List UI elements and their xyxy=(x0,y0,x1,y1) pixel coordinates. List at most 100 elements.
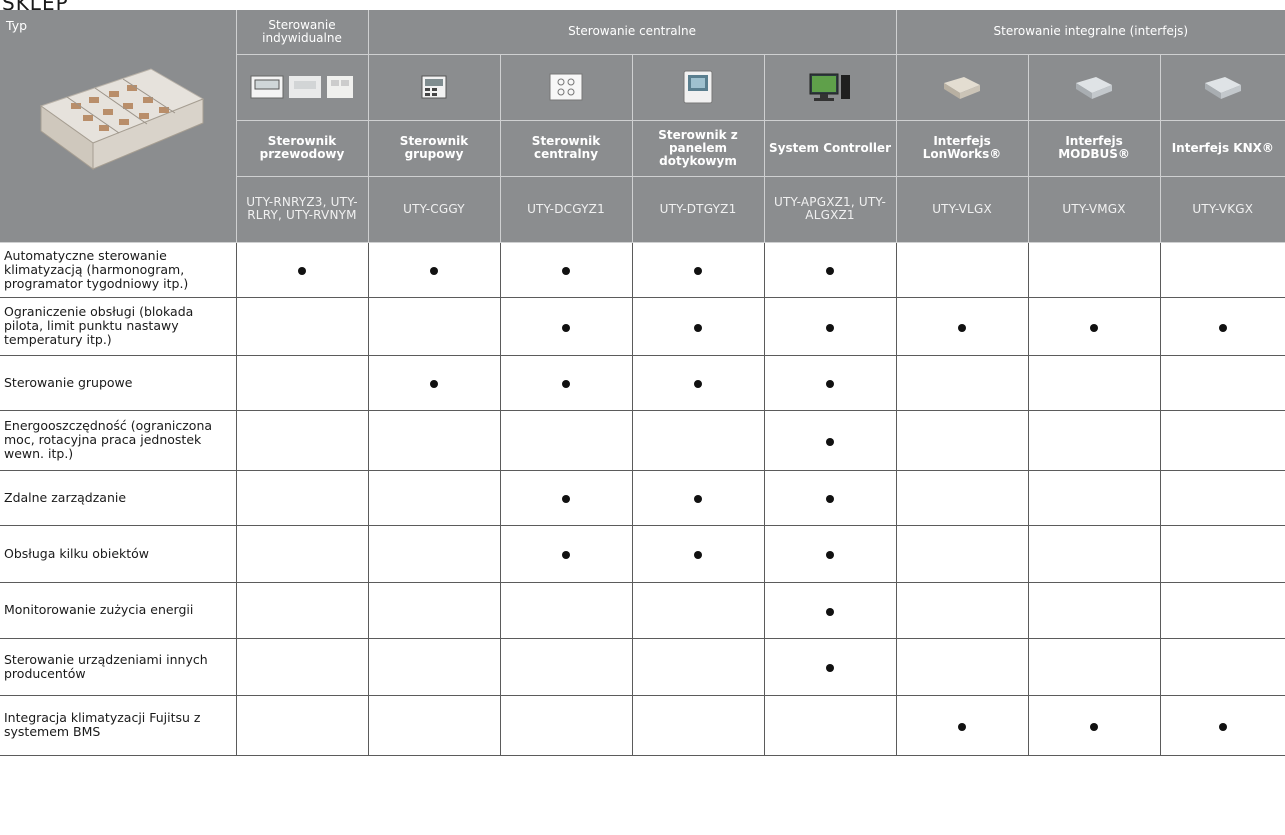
feature-cell xyxy=(1160,638,1285,696)
feature-cell xyxy=(764,470,897,526)
feature-row: Obsługa kilku obiektów xyxy=(0,525,1285,583)
device-model: UTY-VKGX xyxy=(1159,176,1285,243)
supported-dot-icon xyxy=(430,380,438,388)
supported-dot-icon xyxy=(826,267,835,275)
feature-cell xyxy=(896,470,1029,526)
supported-dot-icon xyxy=(826,551,835,559)
feature-cell xyxy=(368,410,501,471)
supported-dot-icon xyxy=(562,323,570,332)
supported-dot-icon xyxy=(1090,323,1099,332)
group-header-integral: Sterowanie integralne (interfejs) xyxy=(895,10,1285,55)
feature-cell xyxy=(1028,525,1161,583)
feature-cell xyxy=(236,525,369,583)
wired-remote-controllers-icon xyxy=(237,75,368,99)
device-image-cell xyxy=(499,54,632,121)
feature-cell xyxy=(500,410,633,471)
feature-cell xyxy=(1028,695,1161,756)
building-illustration-icon xyxy=(39,68,204,170)
supported-dot-icon xyxy=(694,380,702,388)
supported-dot-icon xyxy=(826,380,835,388)
pc-system-controller-icon xyxy=(765,71,896,103)
feature-cell xyxy=(368,355,501,411)
supported-dot-icon xyxy=(826,495,835,503)
supported-dot-icon xyxy=(562,551,570,559)
supported-dot-icon xyxy=(562,495,570,503)
feature-row: Sterowanie grupowe xyxy=(0,355,1285,411)
feature-cell xyxy=(1028,355,1161,411)
feature-cell xyxy=(1028,638,1161,696)
feature-cell xyxy=(1160,695,1285,756)
supported-dot-icon xyxy=(1090,722,1099,731)
feature-cell xyxy=(896,297,1029,356)
device-model: UTY-APGXZ1, UTY-ALGXZ1 xyxy=(763,176,897,243)
device-image-cell xyxy=(1159,54,1285,121)
feature-cell xyxy=(632,638,765,696)
feature-label: Ograniczenie obsługi (blokada pilota, li… xyxy=(0,297,237,356)
feature-cell xyxy=(500,638,633,696)
feature-row: Monitorowanie zużycia energii xyxy=(0,582,1285,639)
feature-cell xyxy=(896,525,1029,583)
supported-dot-icon xyxy=(1218,722,1227,731)
feature-cell xyxy=(764,355,897,411)
supported-dot-icon xyxy=(958,323,967,332)
device-model: UTY-RNRYZ3, UTY-RLRY, UTY-RVNYM xyxy=(235,176,368,243)
feature-cell xyxy=(1160,582,1285,639)
typ-label: Typ xyxy=(6,18,28,33)
feature-cell xyxy=(632,297,765,356)
supported-dot-icon xyxy=(430,267,438,275)
feature-cell xyxy=(632,355,765,411)
supported-dot-icon xyxy=(562,267,570,275)
feature-label: Monitorowanie zużycia energii xyxy=(0,582,237,639)
feature-cell xyxy=(1028,582,1161,639)
feature-cell xyxy=(632,582,765,639)
feature-cell xyxy=(236,297,369,356)
feature-cell xyxy=(764,242,897,298)
device-name: Sterownik przewodowy xyxy=(235,120,368,177)
device-model: UTY-VLGX xyxy=(895,176,1029,243)
feature-cell xyxy=(236,695,369,756)
feature-cell xyxy=(368,242,501,298)
group-header-central: Sterowanie centralne xyxy=(367,10,897,55)
feature-cell xyxy=(764,695,897,756)
interface-box-icon xyxy=(897,73,1028,101)
feature-label: Sterowanie urządzeniami innych producent… xyxy=(0,638,237,696)
interface-box-icon xyxy=(1161,73,1285,101)
feature-cell xyxy=(236,582,369,639)
group-controller-icon xyxy=(369,75,500,99)
supported-dot-icon xyxy=(694,495,702,503)
feature-cell xyxy=(764,638,897,696)
feature-cell xyxy=(896,582,1029,639)
feature-cell xyxy=(1160,410,1285,471)
feature-cell xyxy=(896,410,1029,471)
device-image-cell xyxy=(763,54,897,121)
feature-cell xyxy=(1028,410,1161,471)
supported-dot-icon xyxy=(694,267,702,275)
feature-cell xyxy=(236,470,369,526)
device-name: Sterownik grupowy xyxy=(367,120,500,177)
feature-cell xyxy=(632,525,765,583)
supported-dot-icon xyxy=(826,664,835,672)
feature-cell xyxy=(236,410,369,471)
supported-dot-icon xyxy=(298,267,306,275)
device-name: System Controller xyxy=(763,120,897,177)
feature-cell xyxy=(764,410,897,471)
feature-cell xyxy=(632,242,765,298)
header-group-row: Typ Sterowanie indywidualne Sterowanie c… xyxy=(0,10,1285,243)
feature-cell xyxy=(1028,470,1161,526)
feature-row: Zdalne zarządzanie xyxy=(0,470,1285,526)
feature-cell xyxy=(764,525,897,583)
feature-cell xyxy=(368,525,501,583)
interface-box-icon xyxy=(1029,73,1160,101)
feature-cell xyxy=(632,470,765,526)
feature-row: Sterowanie urządzeniami innych producent… xyxy=(0,638,1285,696)
device-image-cell xyxy=(1027,54,1161,121)
feature-cell xyxy=(368,297,501,356)
touch-panel-controller-icon xyxy=(633,70,764,104)
feature-cell xyxy=(500,470,633,526)
device-image-cell xyxy=(367,54,500,121)
feature-label: Obsługa kilku obiektów xyxy=(0,525,237,583)
typ-header-cell: Typ xyxy=(0,10,236,243)
feature-cell xyxy=(1160,470,1285,526)
device-image-cell xyxy=(895,54,1029,121)
feature-cell xyxy=(368,470,501,526)
